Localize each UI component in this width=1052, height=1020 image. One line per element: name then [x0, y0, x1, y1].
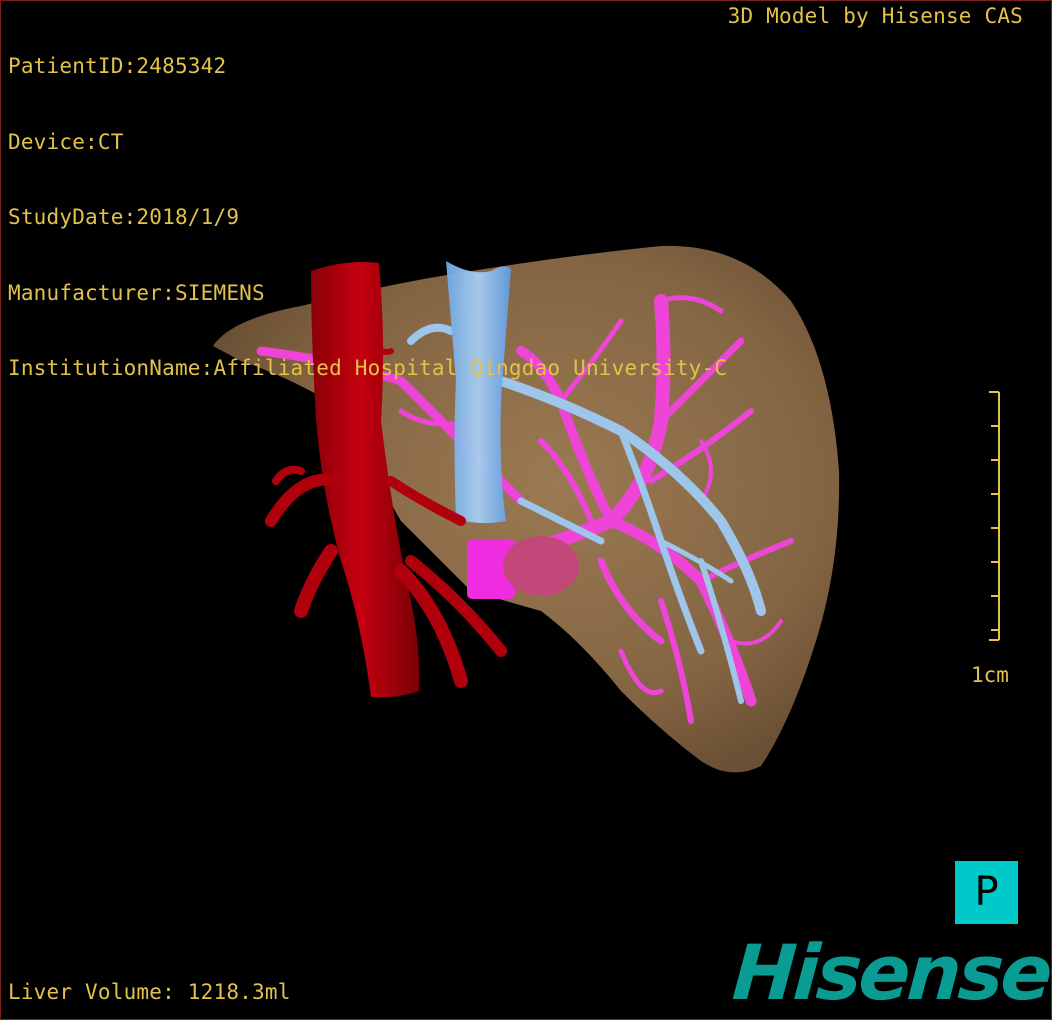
patient-info-panel: PatientID:2485342 Device:CT StudyDate:20… [8, 4, 727, 432]
device: Device:CT [8, 129, 124, 154]
scale-label: 1cm [971, 663, 1009, 687]
institution-name: InstitutionName:Affiliated Hospital Qing… [8, 356, 728, 380]
posterior-view-icon[interactable]: P [955, 861, 1018, 924]
study-date: StudyDate:2018/1/9 [8, 205, 240, 229]
manufacturer: Manufacturer:SIEMENS [8, 280, 265, 305]
hisense-logo: Hisense [729, 928, 1052, 1017]
3d-viewport[interactable]: PatientID:2485342 Device:CT StudyDate:20… [0, 0, 1052, 1020]
liver-volume: Liver Volume: 1218.3ml [8, 980, 291, 1004]
model-credit: 3D Model by Hisense CAS [727, 4, 1023, 28]
scale-bar [989, 391, 1000, 641]
patient-id: PatientID:2485342 [8, 54, 227, 78]
portal-confluence [503, 536, 579, 596]
